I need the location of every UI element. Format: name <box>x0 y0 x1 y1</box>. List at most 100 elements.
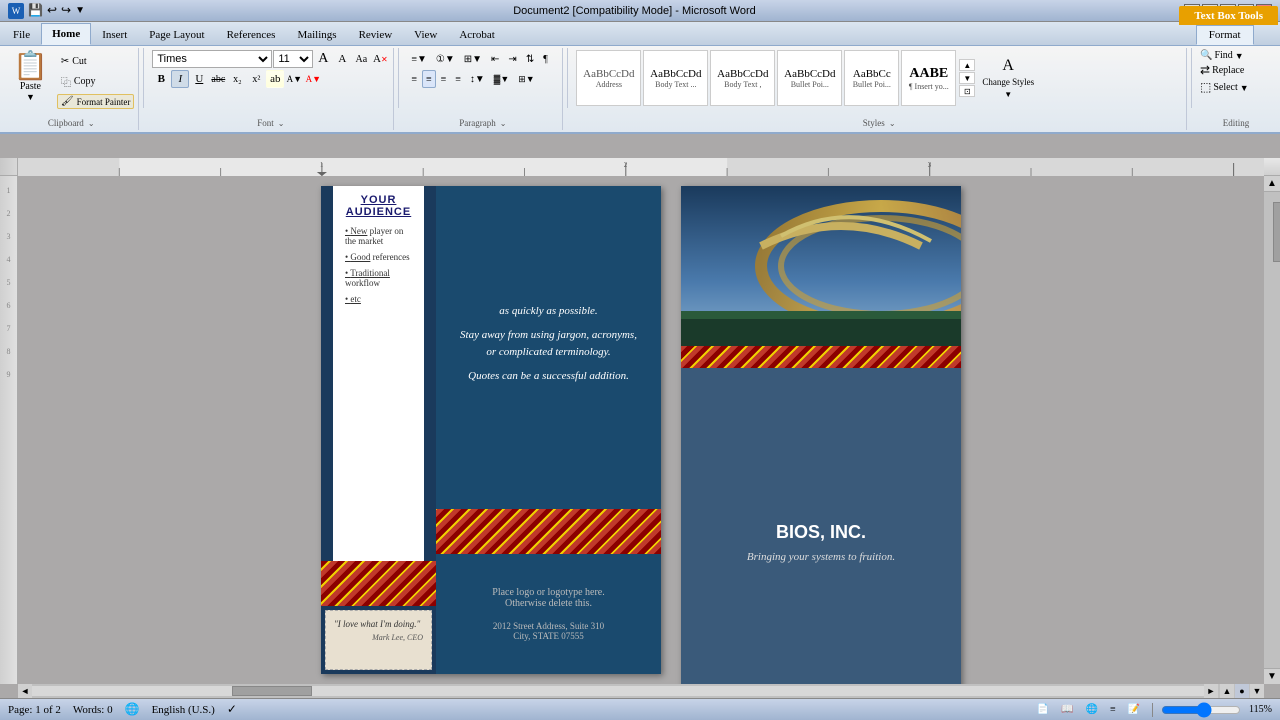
change-styles-dropdown[interactable]: ▼ <box>1004 90 1012 99</box>
styles-scroll-up[interactable]: ▲ <box>959 59 975 71</box>
copy-button[interactable]: ⿻ Copy <box>57 72 134 91</box>
hscroll-left-btn[interactable]: ◄ <box>18 684 32 698</box>
grow-font-button[interactable]: A <box>314 50 332 68</box>
decrease-indent-button[interactable]: ⇤ <box>487 50 503 68</box>
col1-quote-box[interactable]: "I love what I'm doing." Mark Lee, CEO <box>325 610 432 670</box>
underline-button[interactable]: U <box>190 70 208 88</box>
bullets-button[interactable]: ≡▼ <box>407 50 431 68</box>
quick-access-dropdown[interactable]: ▼ <box>75 5 85 16</box>
quick-access-redo[interactable]: ↪ <box>61 3 71 18</box>
select-dropdown[interactable]: ▼ <box>1240 83 1249 93</box>
shrink-font-button[interactable]: A <box>333 50 351 68</box>
tab-file[interactable]: File <box>2 24 41 45</box>
tab-mailings[interactable]: Mailings <box>286 24 347 45</box>
bullet-3: • Traditional workflow <box>341 268 416 288</box>
tab-review[interactable]: Review <box>348 24 404 45</box>
borders-button[interactable]: ⊞▼ <box>514 70 538 88</box>
scroll-up-btn[interactable]: ▲ <box>1264 176 1280 192</box>
text-color-dropdown[interactable]: A▼ <box>285 70 303 88</box>
increase-indent-button[interactable]: ⇥ <box>504 50 520 68</box>
styles-more[interactable]: ⊡ <box>959 85 975 97</box>
quote-text: "I love what I'm doing." <box>334 619 423 629</box>
page-right[interactable]: BIOS, INC. Bringing your systems to frui… <box>681 186 961 684</box>
view-outline-btn[interactable]: ≡ <box>1106 703 1120 716</box>
replace-button[interactable]: ⇄ Replace <box>1200 63 1249 78</box>
view-web-btn[interactable]: 🌐 <box>1081 703 1101 716</box>
text-highlight-button[interactable]: ab <box>266 70 284 88</box>
align-left-button[interactable]: ≡ <box>407 70 421 88</box>
quick-access-undo[interactable]: ↩ <box>47 3 57 18</box>
zoom-slider[interactable] <box>1161 704 1241 716</box>
style-bullet-point2[interactable]: AaBbCc Bullet Poi... <box>844 50 899 106</box>
word-count: Words: 0 <box>73 704 113 716</box>
format-painter-button[interactable]: 🖌 Format Painter <box>57 94 134 109</box>
italic-button[interactable]: I <box>171 70 189 88</box>
tab-insert[interactable]: Insert <box>91 24 138 45</box>
tab-acrobat[interactable]: Acrobat <box>448 24 505 45</box>
page-left[interactable]: YOUR AUDIENCE • New player on the market… <box>321 186 661 674</box>
hscroll-track[interactable] <box>32 686 1204 696</box>
superscript-button[interactable]: x² <box>247 70 265 88</box>
hscroll-thumb[interactable] <box>232 686 312 696</box>
scroll-down-btn[interactable]: ▼ <box>1264 668 1280 684</box>
shading-button[interactable]: ▓▼ <box>490 70 513 88</box>
sort-button[interactable]: ⇅ <box>522 50 538 68</box>
next-page-btn[interactable]: ▼ <box>1250 684 1264 698</box>
change-case-button[interactable]: Aa <box>352 50 370 68</box>
styles-expand-icon[interactable]: ⌄ <box>889 119 896 128</box>
tab-page-layout[interactable]: Page Layout <box>138 24 215 45</box>
view-print-btn[interactable]: 📄 <box>1033 703 1053 716</box>
page2-company-area[interactable]: BIOS, INC. Bringing your systems to frui… <box>681 368 961 684</box>
tab-format[interactable]: Format <box>1196 25 1254 45</box>
style-address[interactable]: AaBbCcDd Address <box>576 50 641 106</box>
font-expand-icon[interactable]: ⌄ <box>278 119 285 128</box>
style-insert[interactable]: AABE ¶ Insert yo... <box>901 50 956 106</box>
bold-button[interactable]: B <box>152 70 170 88</box>
clear-formatting-button[interactable]: A✕ <box>371 50 389 68</box>
font-size-select[interactable]: 11 <box>273 50 313 68</box>
prev-page-btn[interactable]: ▲ <box>1220 684 1234 698</box>
view-draft-btn[interactable]: 📝 <box>1124 703 1144 716</box>
style-body-text1[interactable]: AaBbCcDd Body Text ... <box>643 50 708 106</box>
strikethrough-button[interactable]: abc <box>209 70 227 88</box>
cut-button[interactable]: ✂ Cut <box>57 54 134 69</box>
col1-panel: YOUR AUDIENCE • New player on the market… <box>321 186 436 674</box>
font-name-select[interactable]: Times <box>152 50 272 68</box>
find-button[interactable]: 🔍 Find ▼ <box>1200 50 1249 61</box>
style-body-text2[interactable]: AaBbCcDd Body Text , <box>710 50 775 106</box>
horizontal-scrollbar[interactable]: ◄ ► ▲ ● ▼ <box>18 684 1264 698</box>
quick-access-save[interactable]: 💾 <box>28 3 43 18</box>
view-full-read-btn[interactable]: 📖 <box>1057 703 1077 716</box>
line-spacing-button[interactable]: ↕▼ <box>466 70 489 88</box>
hscroll-right-btn[interactable]: ► <box>1204 684 1218 698</box>
doc-scroll[interactable]: 123456789 YOUR AUDIENCE • New player on … <box>0 176 1280 684</box>
select-button[interactable]: ⬚ Select ▼ <box>1200 80 1249 95</box>
clipboard-expand-icon[interactable]: ⌄ <box>88 119 95 128</box>
scroll-thumb[interactable] <box>1273 202 1280 262</box>
col2-content[interactable]: as quickly as possible. Stay away from u… <box>436 186 661 509</box>
find-dropdown[interactable]: ▼ <box>1235 51 1244 61</box>
col1-heading: YOUR AUDIENCE <box>341 194 416 218</box>
show-formatting-button[interactable]: ¶ <box>539 50 552 68</box>
svg-text:3: 3 <box>928 161 932 169</box>
justify-button[interactable]: ≡ <box>451 70 465 88</box>
numbering-button[interactable]: ①▼ <box>432 50 459 68</box>
style-bullet-point1[interactable]: AaBbCcDd Bullet Poi... <box>777 50 842 106</box>
paste-button[interactable]: 📋 Paste ▼ <box>8 50 53 105</box>
col1-content[interactable]: YOUR AUDIENCE • New player on the market… <box>333 186 424 561</box>
styles-scroll-down[interactable]: ▼ <box>959 72 975 84</box>
align-right-button[interactable]: ≡ <box>437 70 451 88</box>
paste-dropdown-icon[interactable]: ▼ <box>26 92 35 102</box>
subscript-button[interactable]: x₂ <box>228 70 246 88</box>
tab-view[interactable]: View <box>403 24 448 45</box>
vertical-scrollbar[interactable]: ▲ ▼ <box>1264 176 1280 684</box>
font-color-button[interactable]: A▼ <box>304 70 322 88</box>
tab-home[interactable]: Home <box>41 23 91 45</box>
col2-footer[interactable]: Place logo or logotype here.Otherwise de… <box>436 554 661 674</box>
multilevel-button[interactable]: ⊞▼ <box>460 50 486 68</box>
change-styles-button[interactable]: A Change Styles ▼ <box>978 53 1038 103</box>
align-center-button[interactable]: ≡ <box>422 70 436 88</box>
paragraph-expand-icon[interactable]: ⌄ <box>500 119 507 128</box>
tab-references[interactable]: References <box>216 24 287 45</box>
select-browse-btn[interactable]: ● <box>1235 684 1249 698</box>
